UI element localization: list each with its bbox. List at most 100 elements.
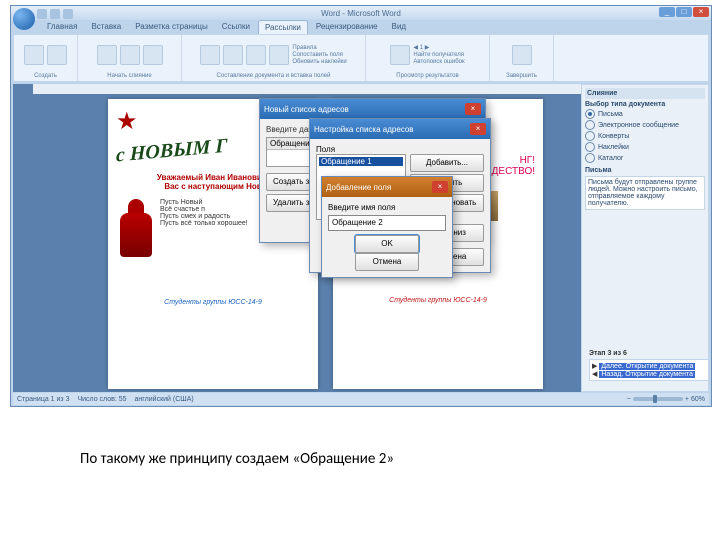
radio-labels[interactable]: Наклейки [585,142,705,152]
edit-recipients-icon[interactable] [143,45,163,65]
highlight-fields-icon[interactable] [200,45,220,65]
radio-icon [585,120,595,130]
zoom-value[interactable]: 60% [691,396,705,403]
add-field-button[interactable]: Добавить... [410,154,484,172]
mail-merge-taskpane: Слияние Выбор типа документа Письма Элек… [581,84,709,392]
word-app-window: Word - Microsoft Word _ □ × Главная Вста… [10,5,712,407]
radio-icon [585,142,595,152]
envelopes-icon[interactable] [24,45,44,65]
next-record-icon[interactable]: ▶ [425,45,430,51]
preview-results-icon[interactable] [390,45,410,65]
group-label: Составление документа и вставка полей [217,73,331,79]
tab-insert[interactable]: Вставка [85,20,127,34]
poem-block: Пусть Новый Всё счастье п Пусть смех и р… [160,199,248,259]
minimize-button[interactable]: _ [659,7,675,17]
greeting-line-icon[interactable] [246,45,266,65]
signature: Студенты группы ЮСС-14-9 [116,299,310,306]
dialog-close-icon[interactable]: × [465,103,481,115]
title-bar: Word - Microsoft Word [11,6,711,20]
insert-merge-field-icon[interactable] [269,45,289,65]
office-orb-button[interactable] [13,8,35,30]
ribbon-group-preview: ◀ 1 ▶ Найти получателя Автопоиск ошибок … [366,35,490,81]
maximize-button[interactable]: □ [676,7,692,17]
ribbon-group-finish: Завершить [490,35,554,81]
find-recipient-button[interactable]: Найти получателя [413,52,464,58]
labels-icon[interactable] [47,45,67,65]
radio-envelope[interactable]: Конверты [585,131,705,141]
prev-record-icon[interactable]: ◀ [413,45,418,51]
tab-home[interactable]: Главная [41,20,83,34]
rules-button[interactable]: Правила [292,45,346,51]
dialog-titlebar[interactable]: Настройка списка адресов × [310,119,490,139]
cancel-button[interactable]: Отмена [355,253,419,271]
group-label: Завершить [506,73,537,79]
radio-catalog[interactable]: Каталог [585,153,705,163]
star-icon: ★ [116,108,138,135]
field-name-label: Введите имя поля [328,203,446,212]
radio-icon [585,109,595,119]
horizontal-ruler[interactable] [33,84,586,94]
radio-icon [585,153,595,163]
ribbon: Создать Начать слияние Правила Сопостави… [13,34,709,82]
status-bar: Страница 1 из 3 Число слов: 55 английски… [13,393,709,405]
dialog-titlebar[interactable]: Добавление поля × [322,177,452,197]
group-label: Просмотр результатов [396,73,458,79]
group-label: Начать слияние [107,73,152,79]
tab-references[interactable]: Ссылки [216,20,256,34]
santa-clipart [116,199,156,259]
ribbon-group-create: Создать [14,35,78,81]
tab-view[interactable]: Вид [386,20,412,34]
group-label: Создать [34,73,57,79]
window-title: Word - Microsoft Word [321,9,401,18]
radio-letters[interactable]: Письма [585,109,705,119]
auto-check-errors-button[interactable]: Автопоиск ошибок [413,59,464,65]
signature-2: Студенты группы ЮСС-14-9 [341,297,535,304]
slide-caption: По такому же принципу создаем «Обращение… [80,450,394,468]
dialog-close-icon[interactable]: × [470,123,486,135]
radio-email[interactable]: Электронное сообщение [585,120,705,130]
ribbon-tabs: Главная Вставка Разметка страницы Ссылки… [41,20,412,34]
record-number[interactable]: 1 [420,45,423,51]
tab-pagelayout[interactable]: Разметка страницы [129,20,214,34]
update-labels-button[interactable]: Обновить наклейки [292,59,346,65]
address-block-icon[interactable] [223,45,243,65]
qat-undo-icon[interactable] [50,9,60,19]
dialog-title: Новый список адресов [264,105,349,114]
zoom-slider[interactable] [633,397,683,401]
dialog-close-icon[interactable]: × [432,181,448,193]
window-controls: _ □ × [659,7,709,17]
status-page[interactable]: Страница 1 из 3 [17,396,69,403]
dialog-title: Добавление поля [326,183,391,192]
field-name-input[interactable]: Обращение 2 [328,215,446,231]
status-language[interactable]: английский (США) [135,396,194,403]
status-words[interactable]: Число слов: 55 [77,396,126,403]
select-recipients-icon[interactable] [120,45,140,65]
taskpane-steps: Этап 3 из 6 ▶ Далее. Открытие документа … [589,350,709,381]
taskpane-section2-title: Письма [585,167,705,174]
close-button[interactable]: × [693,7,709,17]
tab-review[interactable]: Рецензирование [310,20,384,34]
radio-icon [585,131,595,141]
match-fields-button[interactable]: Сопоставить поля [292,52,346,58]
zoom-in-icon[interactable]: + [685,396,689,403]
fields-label: Поля [316,145,484,154]
dialog-add-field: Добавление поля × Введите имя поля Обращ… [321,176,453,278]
qat-save-icon[interactable] [37,9,47,19]
quick-access-toolbar [37,8,73,20]
list-item[interactable]: Обращение 1 [319,157,403,166]
taskpane-header: Слияние [585,88,705,99]
zoom-controls: − + 60% [627,396,705,403]
start-merge-icon[interactable] [97,45,117,65]
ribbon-group-start-merge: Начать слияние [78,35,182,81]
zoom-out-icon[interactable]: − [627,396,631,403]
dialog-titlebar[interactable]: Новый список адресов × [260,99,485,119]
prev-step-link[interactable]: ◀ Назад. Открытие документа [592,370,706,378]
finish-merge-icon[interactable] [512,45,532,65]
ribbon-group-write-insert: Правила Сопоставить поля Обновить наклей… [182,35,366,81]
tab-mailings[interactable]: Рассылки [258,20,308,34]
dialog-title: Настройка списка адресов [314,125,414,134]
next-step-link[interactable]: ▶ Далее. Открытие документа [592,362,706,370]
qat-redo-icon[interactable] [63,9,73,19]
ok-button[interactable]: OK [355,235,419,253]
taskpane-description: Письма будут отправлены группе людей. Мо… [585,176,705,210]
